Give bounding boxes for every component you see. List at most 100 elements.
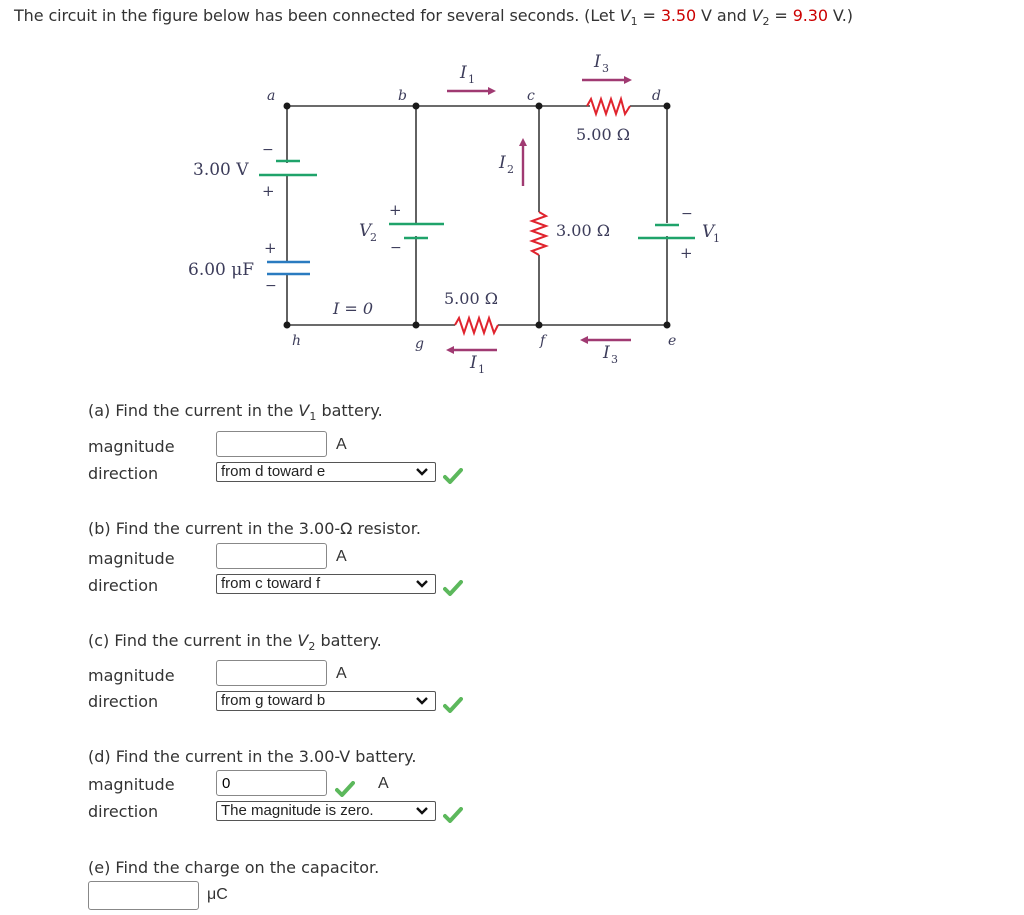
node-g bbox=[412, 321, 420, 329]
minus-sign: − bbox=[265, 278, 277, 294]
label-a: a bbox=[267, 88, 275, 104]
svg-text:I: I bbox=[602, 343, 610, 363]
prompt-text: (c) Find the current in the bbox=[88, 631, 298, 650]
question-a-magnitude-input[interactable] bbox=[216, 431, 327, 457]
resistor-middle-label: 3.00 Ω bbox=[556, 221, 610, 240]
magnitude-label: magnitude bbox=[88, 549, 175, 568]
question-e-prompt: (e) Find the charge on the capacitor. bbox=[88, 858, 380, 877]
prompt-text: battery. bbox=[316, 401, 383, 420]
correct-check-icon bbox=[443, 807, 463, 823]
question-d-prompt: (d) Find the current in the 3.00-V batte… bbox=[88, 747, 417, 766]
current-arrow-i1-top: I 1 bbox=[447, 63, 496, 95]
minus-sign: − bbox=[390, 240, 402, 256]
current-arrow-i3-bottom: I 3 bbox=[580, 336, 631, 366]
resistor-bottom-5ohm bbox=[454, 314, 499, 337]
node-e bbox=[663, 321, 671, 329]
battery-3v-label: 3.00 V bbox=[193, 160, 249, 180]
magnitude-label: magnitude bbox=[88, 666, 175, 685]
question-a-direction-select[interactable]: from d toward e bbox=[216, 462, 436, 482]
direction-label: direction bbox=[88, 692, 159, 711]
svg-text:3: 3 bbox=[602, 62, 609, 75]
direction-label: direction bbox=[88, 464, 159, 483]
direction-label: direction bbox=[88, 802, 159, 821]
question-e-charge-input[interactable] bbox=[88, 881, 199, 910]
correct-check-icon bbox=[443, 580, 463, 596]
node-a bbox=[283, 102, 291, 110]
label-h: h bbox=[292, 333, 301, 349]
label-d: d bbox=[652, 88, 661, 104]
resistor-middle-3ohm bbox=[529, 211, 549, 256]
plus-sign: + bbox=[264, 239, 277, 257]
resistor-top-5ohm bbox=[586, 95, 631, 118]
question-c-direction-select[interactable]: from g toward b bbox=[216, 691, 436, 711]
selected-option: from g toward b bbox=[221, 692, 326, 709]
chevron-down-icon bbox=[416, 697, 428, 705]
svg-text:I: I bbox=[469, 353, 477, 373]
v2-symbol: V bbox=[297, 631, 309, 650]
node-h bbox=[283, 321, 291, 329]
svg-text:I: I bbox=[593, 52, 601, 72]
svg-text:I: I bbox=[498, 153, 506, 173]
battery-v2: + − V 2 bbox=[359, 201, 444, 256]
resistor-bottom-label: 5.00 Ω bbox=[444, 289, 498, 308]
prompt-text: battery. bbox=[315, 631, 382, 650]
selected-option: from d toward e bbox=[221, 463, 326, 480]
current-arrow-i1-bottom: I 1 bbox=[446, 346, 497, 376]
label-c: c bbox=[527, 88, 535, 104]
label-g: g bbox=[415, 336, 424, 352]
node-d bbox=[663, 102, 671, 110]
question-d-direction-select[interactable]: The magnitude is zero. bbox=[216, 801, 436, 821]
plus-sign: + bbox=[389, 201, 402, 219]
battery-v1: − + V 1 bbox=[638, 206, 720, 262]
node-b bbox=[412, 102, 420, 110]
question-b-magnitude-input[interactable] bbox=[216, 543, 327, 569]
selected-option: The magnitude is zero. bbox=[221, 802, 374, 819]
question-d-magnitude-input[interactable] bbox=[216, 770, 327, 796]
battery-3v: − + 3.00 V bbox=[193, 142, 317, 200]
magnitude-label: magnitude bbox=[88, 437, 175, 456]
label-e: e bbox=[668, 333, 676, 349]
question-c-magnitude-input[interactable] bbox=[216, 660, 327, 686]
node-c bbox=[535, 102, 543, 110]
circuit-diagram: a b c d e f g h − + 3.00 V + − 6.00 μF +… bbox=[188, 52, 720, 376]
question-a-prompt: (a) Find the current in the V1 battery. bbox=[88, 401, 383, 423]
correct-check-icon bbox=[335, 781, 355, 797]
node-f bbox=[535, 321, 543, 329]
correct-check-icon bbox=[443, 697, 463, 713]
label-f: f bbox=[539, 333, 548, 349]
zero-current-label: I = 0 bbox=[332, 299, 373, 318]
chevron-down-icon bbox=[416, 580, 428, 588]
correct-check-icon bbox=[443, 468, 463, 484]
unit-label: A bbox=[336, 665, 347, 682]
plus-sign: + bbox=[262, 182, 275, 200]
v1-symbol: V bbox=[298, 401, 310, 420]
direction-label: direction bbox=[88, 576, 159, 595]
capacitor-label: 6.00 μF bbox=[188, 260, 254, 280]
svg-text:3: 3 bbox=[611, 353, 618, 366]
minus-sign: − bbox=[681, 206, 693, 222]
question-b-direction-select[interactable]: from c toward f bbox=[216, 574, 436, 594]
chevron-down-icon bbox=[416, 807, 428, 815]
prompt-text: (a) Find the current in the bbox=[88, 401, 299, 420]
selected-option: from c toward f bbox=[221, 575, 321, 592]
svg-text:2: 2 bbox=[507, 163, 514, 176]
v1-subscript: 1 bbox=[713, 232, 720, 245]
svg-text:1: 1 bbox=[478, 363, 485, 376]
resistor-top-label: 5.00 Ω bbox=[576, 125, 630, 144]
unit-label: A bbox=[336, 436, 347, 453]
magnitude-label: magnitude bbox=[88, 775, 175, 794]
svg-text:I: I bbox=[459, 63, 467, 83]
question-b-prompt: (b) Find the current in the 3.00-Ω resis… bbox=[88, 519, 421, 538]
unit-label: A bbox=[336, 548, 347, 565]
label-b: b bbox=[398, 88, 407, 104]
unit-label: A bbox=[378, 775, 389, 792]
question-c-prompt: (c) Find the current in the V2 battery. bbox=[88, 631, 382, 653]
v2-subscript: 2 bbox=[370, 231, 377, 244]
current-arrow-i3-top: I 3 bbox=[582, 52, 632, 84]
plus-sign: + bbox=[680, 244, 693, 262]
minus-sign: − bbox=[262, 142, 274, 158]
unit-label: μC bbox=[207, 886, 228, 903]
capacitor: + − 6.00 μF bbox=[188, 239, 310, 294]
chevron-down-icon bbox=[416, 468, 428, 476]
current-arrow-i2: I 2 bbox=[498, 138, 527, 186]
